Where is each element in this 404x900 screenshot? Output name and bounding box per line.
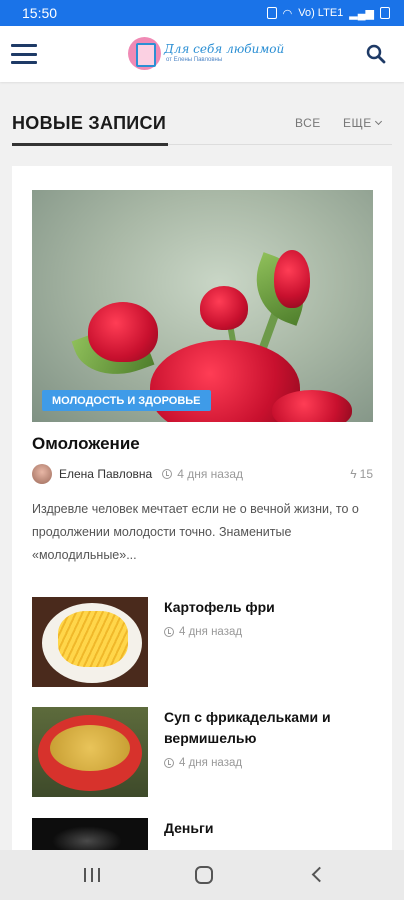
list-item[interactable]: Картофель фри 4 дня назад [32,597,373,687]
section-header: НОВЫЕ ЗАПИСИ ВСЕ ЕЩЕ [0,82,404,146]
wifi-icon: ◠ [282,7,293,20]
lightning-icon: ϟ [350,467,357,481]
clock-icon [164,758,174,768]
author-name[interactable]: Елена Павловна [59,467,152,481]
time-ago: 4 дня назад [177,467,244,481]
time-ago: 4 дня назад [179,757,243,769]
system-nav-bar [0,850,404,900]
app-header: Для себя любимой от Елены Павловны [0,26,404,82]
clock-icon [164,627,174,637]
recent-apps-icon[interactable] [84,868,100,882]
status-bar: 15:50 ◠ Vo) LTE1 ▂▄▆ [0,0,404,26]
author-avatar[interactable] [32,464,52,484]
back-icon[interactable] [311,866,328,883]
featured-meta: Елена Павловна 4 дня назад ϟ 15 [32,463,373,485]
home-icon[interactable] [195,866,213,884]
logo-subtitle: от Елены Павловны [166,56,223,63]
battery-saver-icon [266,7,277,19]
section-divider [168,144,392,145]
logo-title: Для себя любимой [164,41,285,56]
clock-icon [162,469,173,479]
more-dropdown[interactable]: ЕЩЕ [343,116,382,130]
post-title[interactable]: Картофель фри [164,597,373,618]
time-ago: 4 дня назад [179,626,243,638]
logo-icon [128,36,161,70]
section-title-underline [12,143,168,146]
post-meta: 4 дня назад [164,757,242,769]
section-title: НОВЫЕ ЗАПИСИ [12,113,167,133]
list-item[interactable]: Суп с фрикадельками и вермишелью 4 дня н… [32,707,373,797]
views-count: ϟ 15 [350,467,373,481]
views-value: 15 [359,467,373,481]
category-badge[interactable]: МОЛОДОСТЬ И ЗДОРОВЬЕ [42,390,211,411]
post-thumbnail[interactable] [32,597,148,687]
chevron-down-icon [374,117,382,126]
more-label: ЕЩЕ [343,116,372,130]
network-label: Vo) LTE1 [298,7,344,19]
post-thumbnail[interactable] [32,707,148,797]
featured-image[interactable]: МОЛОДОСТЬ И ЗДОРОВЬЕ [32,190,373,422]
featured-title[interactable]: Омоложение [32,434,140,454]
battery-icon [380,7,390,19]
status-time: 15:50 [22,5,58,21]
filter-all-tab[interactable]: ВСЕ [295,116,321,130]
site-logo[interactable]: Для себя любимой от Елены Павловны [128,36,284,70]
featured-excerpt: Издревле человек мечтает если не о вечно… [32,502,359,562]
rose-bud [200,286,248,330]
post-title[interactable]: Суп с фрикадельками и вермишелью [164,707,373,749]
post-title[interactable]: Деньги [164,818,373,839]
posts-card: МОЛОДОСТЬ И ЗДОРОВЬЕ Омоложение Елена Па… [12,166,392,866]
search-icon[interactable] [366,44,386,64]
hamburger-icon[interactable] [11,44,37,64]
rose-bloom [272,390,352,422]
signal-icon: ▂▄▆ [349,7,374,20]
rose-bloom [88,302,158,362]
status-icons: ◠ Vo) LTE1 ▂▄▆ [266,7,390,20]
rose-bud [274,250,310,308]
post-meta: 4 дня назад [164,626,242,638]
